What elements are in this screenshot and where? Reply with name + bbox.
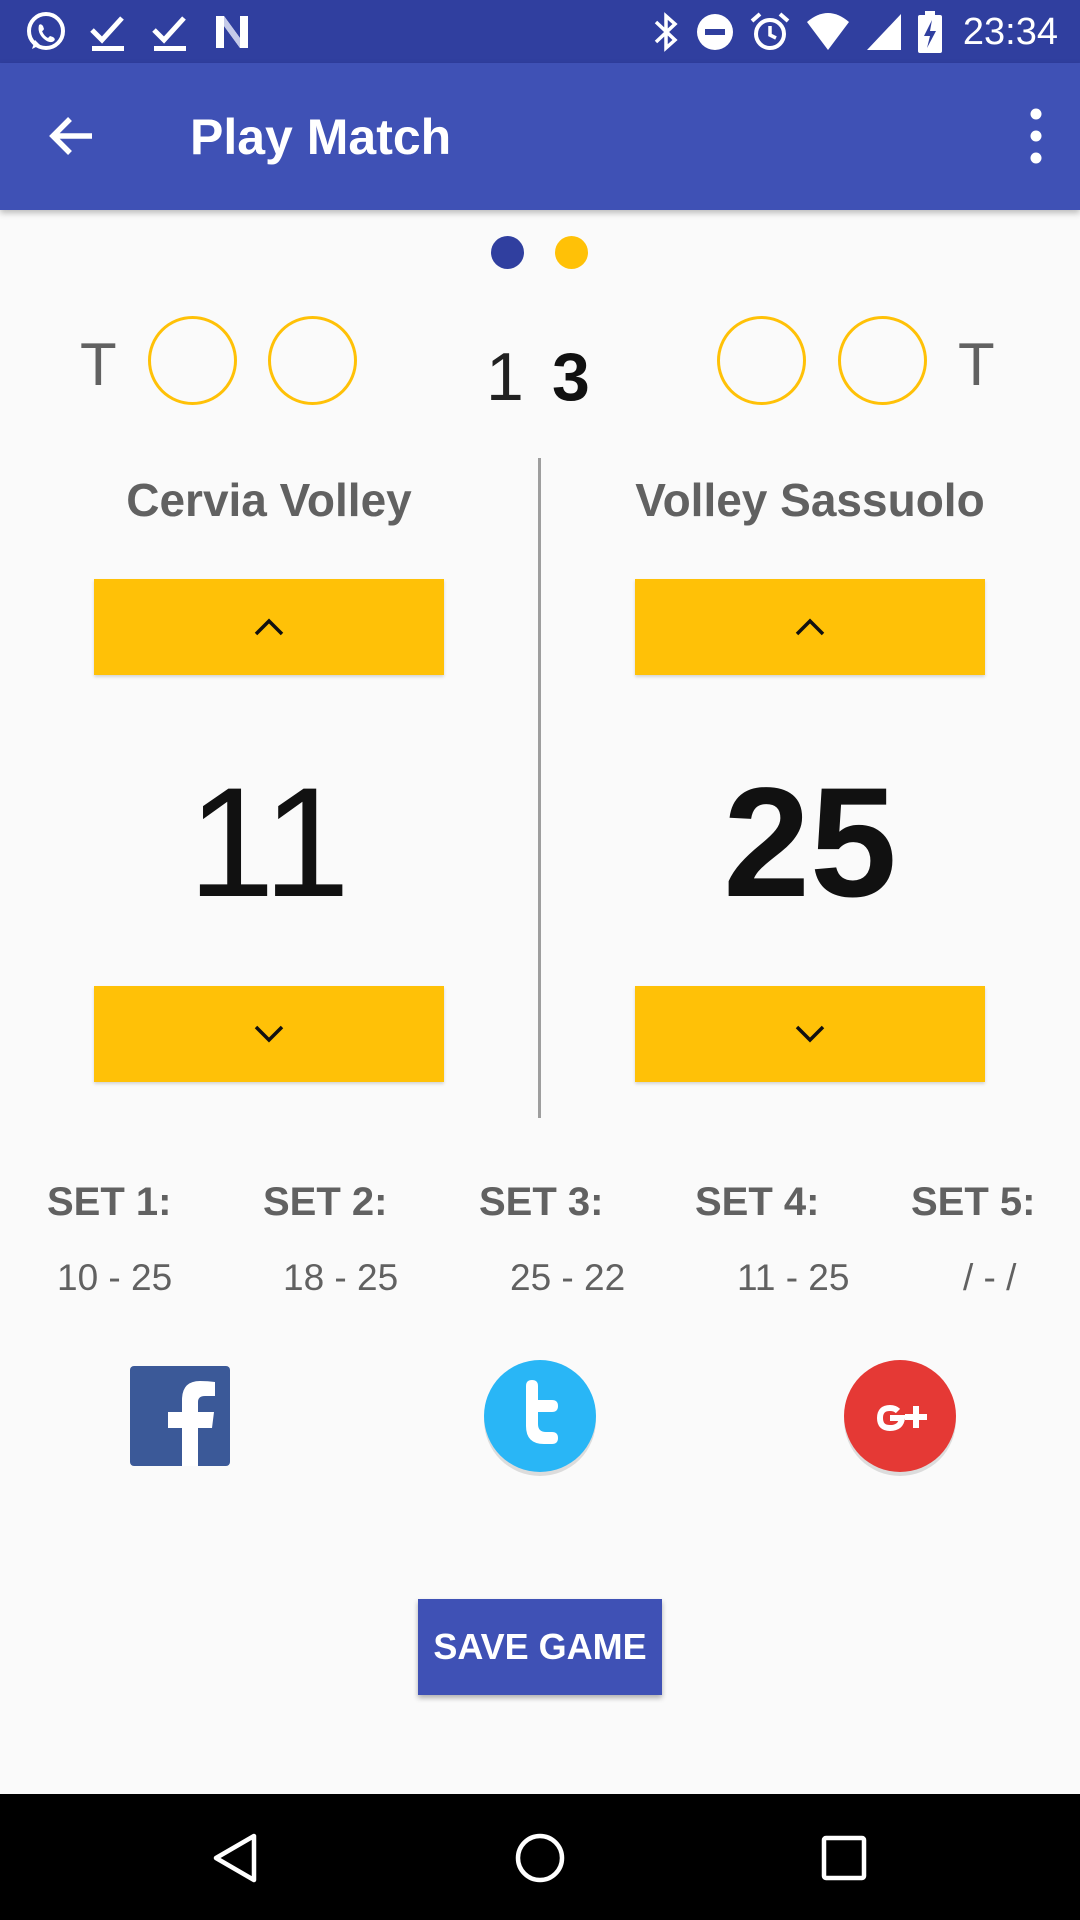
away-score: 25 (723, 756, 897, 930)
page-title: Play Match (190, 109, 452, 165)
teams-divider (538, 458, 541, 1118)
back-arrow-icon[interactable] (40, 103, 106, 169)
chevron-up-icon (795, 618, 825, 636)
more-options-icon[interactable] (992, 101, 1058, 171)
left-timeout-1[interactable] (148, 316, 237, 405)
home-score: 11 (188, 756, 350, 930)
signal-icon (866, 14, 901, 50)
sets-won-right: 3 (552, 339, 590, 415)
app-bar: Play Match (0, 63, 1080, 210)
right-timeout-label: T (958, 331, 995, 398)
page-indicator-dot-1[interactable] (491, 236, 524, 269)
away-score-down-button[interactable] (635, 986, 985, 1082)
page-indicator-dot-2[interactable] (555, 236, 588, 269)
set-1-label: SET 1: (47, 1180, 172, 1224)
wifi-icon (806, 13, 849, 50)
set-5-label: SET 5: (911, 1180, 1036, 1224)
navigation-bar (0, 1794, 1080, 1920)
whatsapp-icon (27, 12, 65, 50)
save-game-button[interactable]: SAVE GAME (418, 1599, 662, 1695)
team-name-away: Volley Sassuolo (635, 474, 985, 526)
check-icon (90, 16, 124, 51)
clock: 23:34 (962, 10, 1058, 53)
left-timeout-2[interactable] (268, 316, 357, 405)
battery-charging-icon (917, 11, 942, 53)
set-4-label: SET 4: (695, 1180, 820, 1224)
check-icon (152, 16, 186, 51)
status-bar: 23:34 (0, 0, 1080, 63)
twitter-icon[interactable] (480, 1358, 600, 1478)
set-3-label: SET 3: (479, 1180, 604, 1224)
home-score-up-button[interactable] (94, 579, 444, 675)
recents-icon[interactable] (818, 1832, 870, 1884)
left-timeout-label: T (80, 331, 117, 398)
facebook-icon[interactable] (130, 1366, 230, 1466)
set-2-score: 18 - 25 (283, 1257, 399, 1298)
chevron-up-icon (254, 618, 284, 636)
set-5-score: / - / (963, 1257, 1017, 1298)
right-timeout-1[interactable] (717, 316, 806, 405)
home-score-down-button[interactable] (94, 986, 444, 1082)
set-3-score: 25 - 22 (510, 1257, 626, 1298)
set-4-score: 11 - 25 (737, 1257, 850, 1298)
chevron-down-icon (254, 1025, 284, 1043)
set-1-score: 10 - 25 (57, 1257, 173, 1298)
n-icon (216, 16, 248, 48)
chevron-down-icon (795, 1025, 825, 1043)
google-plus-icon[interactable] (840, 1358, 960, 1478)
do-not-disturb-icon (696, 14, 733, 50)
home-icon[interactable] (514, 1832, 566, 1884)
back-icon[interactable] (210, 1832, 262, 1884)
sets-won-left: 1 (486, 339, 524, 415)
set-2-label: SET 2: (263, 1180, 388, 1224)
team-name-home: Cervia Volley (126, 474, 412, 526)
right-timeout-2[interactable] (838, 316, 927, 405)
away-score-up-button[interactable] (635, 579, 985, 675)
bluetooth-icon (654, 12, 678, 52)
alarm-icon (750, 12, 790, 50)
